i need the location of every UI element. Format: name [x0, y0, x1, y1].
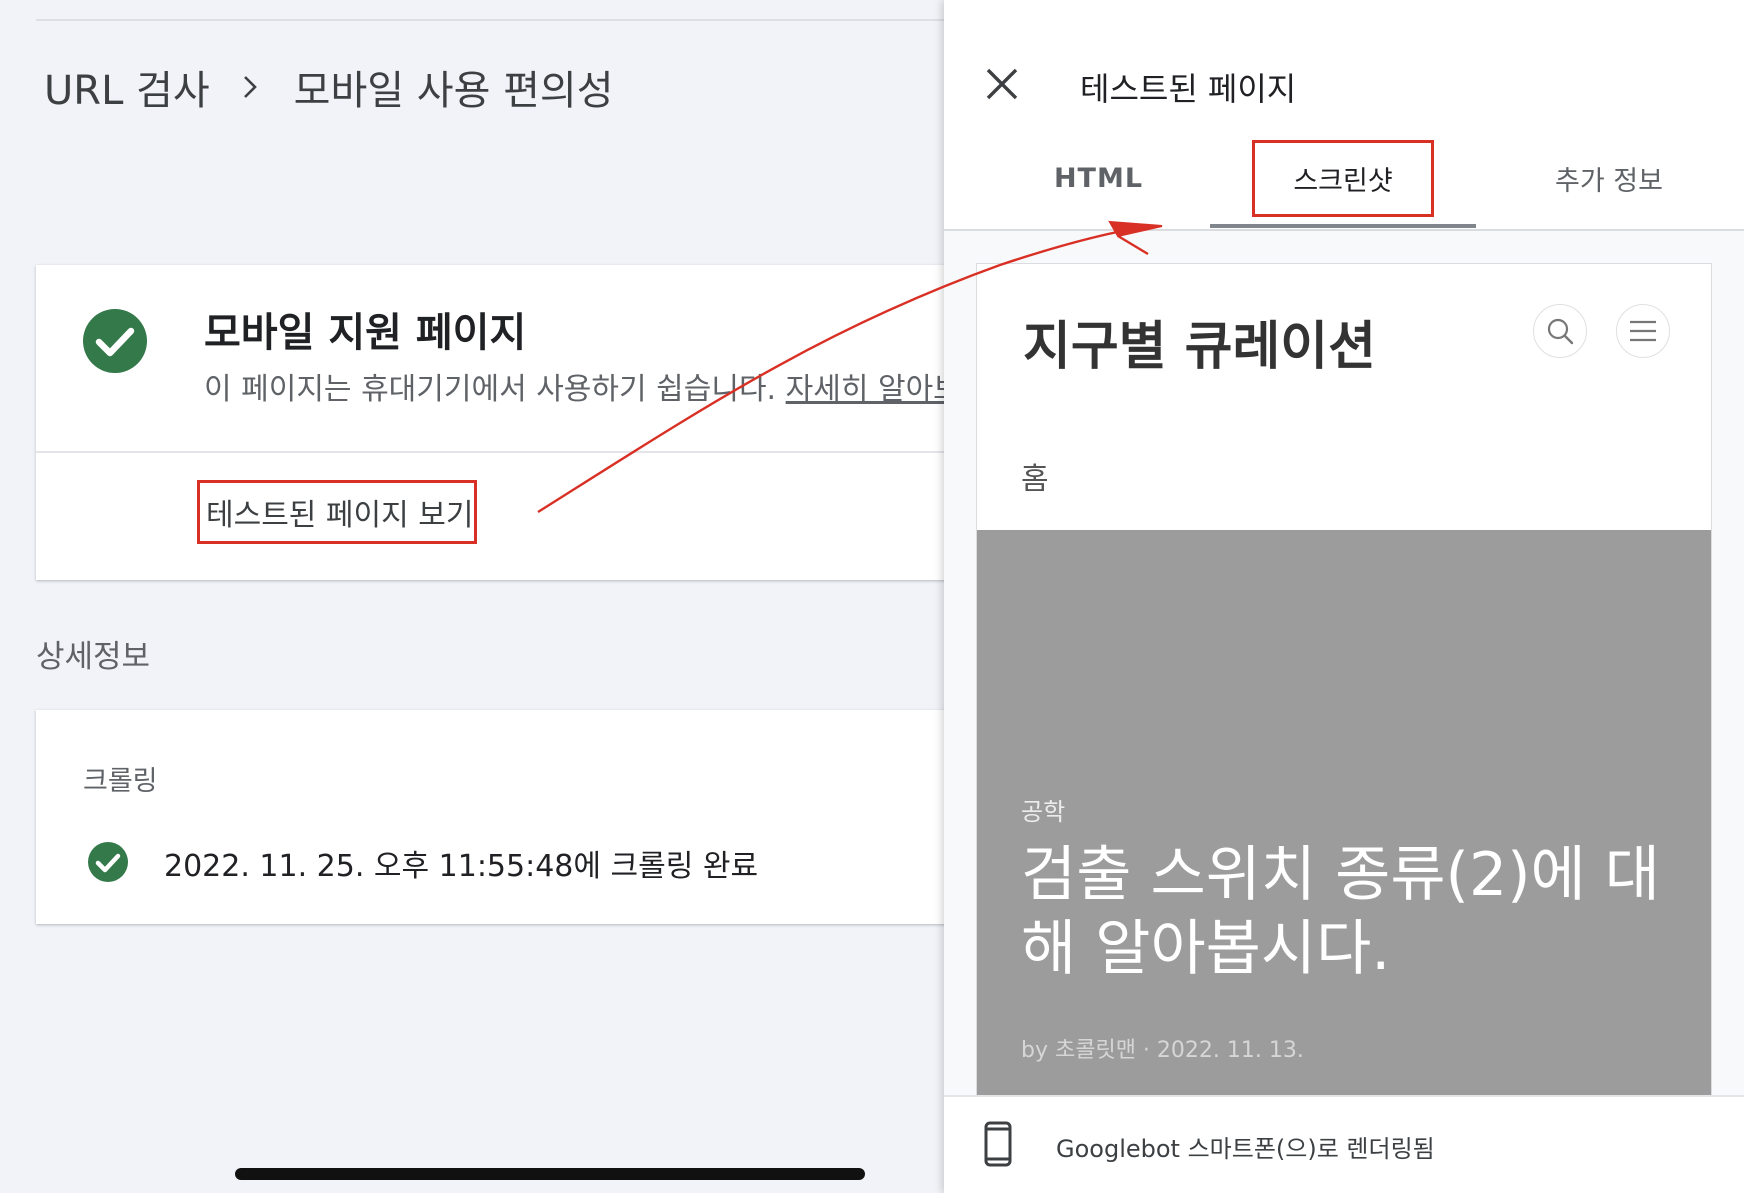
- tested-page-panel: 테스트된 페이지 HTML 스크린샷 추가 정보 지구별 큐레이션 홈 공학 검…: [944, 0, 1744, 1193]
- rendered-page-screenshot: 지구별 큐레이션 홈 공학 검출 스위치 종류(2)에 대해 알아봅시다. by…: [976, 263, 1712, 1098]
- status-title: 모바일 지원 페이지: [204, 310, 527, 356]
- tab-html[interactable]: HTML: [966, 130, 1231, 227]
- status-description: 이 페이지는 휴대기기에서 사용하기 쉽습니다. 자세히 알아보: [204, 364, 961, 408]
- tab-selected-indicator: [1210, 224, 1476, 228]
- details-section-label: 상세정보: [36, 639, 151, 675]
- mobile-friendly-status-card: 모바일 지원 페이지 이 페이지는 휴대기기에서 사용하기 쉽습니다. 자세히 …: [36, 265, 976, 580]
- post-title: 검출 스위치 종류(2)에 대해 알아봅시다.: [1021, 840, 1661, 984]
- close-icon[interactable]: [982, 64, 1022, 104]
- post-category: 공학: [1021, 798, 1066, 826]
- view-tested-page-button[interactable]: 테스트된 페이지 보기: [197, 480, 477, 544]
- search-icon: [1533, 304, 1587, 358]
- tab-html-label: HTML: [1053, 163, 1144, 194]
- panel-title: 테스트된 페이지: [1080, 70, 1297, 108]
- card-divider: [36, 451, 976, 453]
- panel-footer: Googlebot 스마트폰(으)로 렌더링됨: [944, 1095, 1744, 1193]
- render-agent-text: Googlebot 스마트폰(으)로 렌더링됨: [1056, 1135, 1435, 1163]
- smartphone-icon: [984, 1121, 1012, 1167]
- crawl-details-card: 크롤링 2022. 11. 25. 오후 11:55:48에 크롤링 완료: [36, 710, 976, 924]
- tab-screenshot[interactable]: 스크린샷: [1210, 130, 1476, 227]
- chevron-right-icon: [240, 74, 260, 100]
- crawl-label: 크롤링: [83, 766, 158, 797]
- nav-home: 홈: [1021, 462, 1049, 497]
- tab-screenshot-label: 스크린샷: [1252, 140, 1434, 217]
- site-title: 지구별 큐레이션: [1023, 316, 1376, 377]
- tab-more-info[interactable]: 추가 정보: [1476, 130, 1742, 227]
- post-hero: 공학 검출 스위치 종류(2)에 대해 알아봅시다. by 초콜릿맨 · 202…: [977, 530, 1711, 1097]
- crawl-status-text: 2022. 11. 25. 오후 11:55:48에 크롤링 완료: [164, 849, 759, 884]
- top-divider: [36, 19, 946, 21]
- panel-tabs: HTML 스크린샷 추가 정보: [944, 130, 1744, 230]
- breadcrumb-url-inspection[interactable]: URL 검사: [44, 58, 210, 116]
- status-description-text: 이 페이지는 휴대기기에서 사용하기 쉽습니다.: [204, 372, 777, 407]
- home-indicator: [235, 1168, 865, 1180]
- check-circle-icon: [87, 841, 129, 883]
- post-meta: by 초콜릿맨 · 2022. 11. 13.: [1021, 1038, 1304, 1063]
- breadcrumb-mobile-usability: 모바일 사용 편의성: [293, 68, 614, 114]
- screenshot-area[interactable]: 지구별 큐레이션 홈 공학 검출 스위치 종류(2)에 대해 알아봅시다. by…: [944, 231, 1744, 1098]
- tab-more-info-label: 추가 정보: [1555, 166, 1663, 197]
- breadcrumb: URL 검사 모바일 사용 편의성: [44, 58, 614, 116]
- check-circle-icon: [81, 307, 149, 375]
- learn-more-link[interactable]: 자세히 알아보: [786, 372, 961, 407]
- menu-icon: [1616, 304, 1670, 358]
